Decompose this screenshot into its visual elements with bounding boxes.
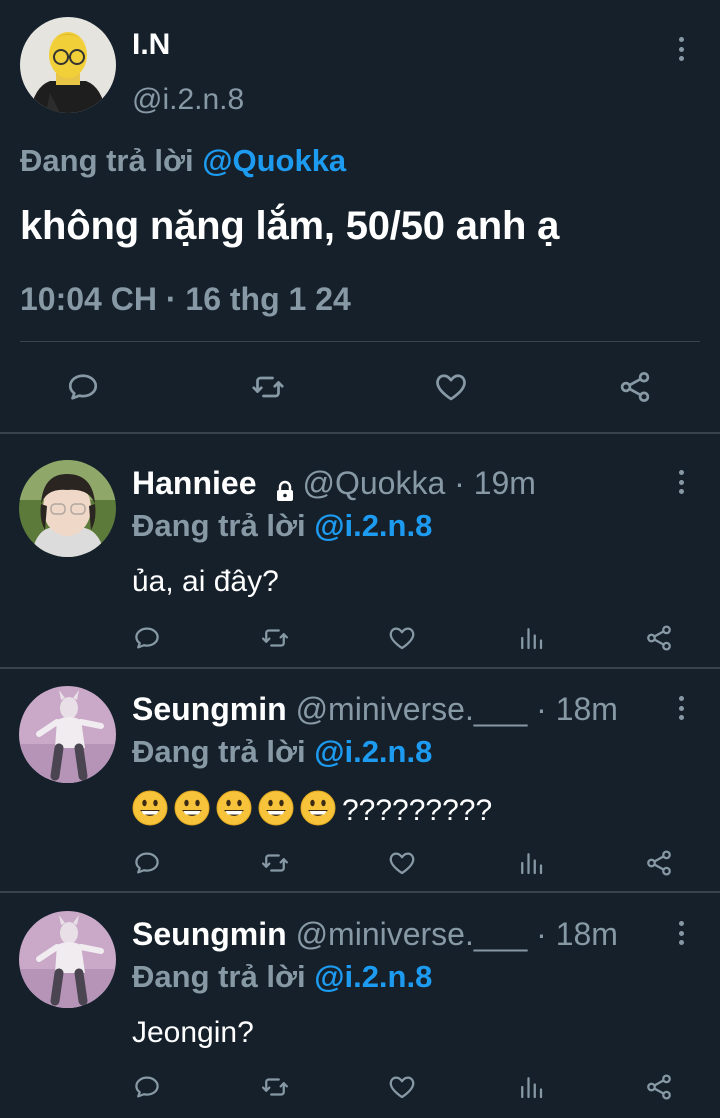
like-icon[interactable] <box>431 367 471 407</box>
replying-to: Đang trả lời @Quokka <box>20 143 346 179</box>
author-handle[interactable]: @i.2.n.8 <box>132 83 244 117</box>
reply-time[interactable]: · 19m <box>454 465 536 501</box>
analytics-icon[interactable] <box>511 618 551 658</box>
reply-tweet[interactable]: Seungmin @miniverse.___ · 18m Đang trả l… <box>0 885 720 1118</box>
grinning-face-emoji <box>300 790 336 826</box>
retweet-icon[interactable] <box>248 367 288 407</box>
divider <box>20 341 700 342</box>
lock-icon <box>274 472 296 501</box>
reply-text: ủa, ai đây? <box>132 565 279 598</box>
more-options-icon[interactable] <box>677 921 685 945</box>
tweet-timestamp[interactable]: 10:04 CH · 16 thg 1 24 <box>20 280 351 318</box>
author-name[interactable]: Hanniee <box>132 465 256 501</box>
reply-header: Seungmin @miniverse.___ · 18m <box>132 690 618 728</box>
more-options-icon[interactable] <box>677 696 685 720</box>
share-icon[interactable] <box>639 618 679 658</box>
replying-prefix: Đang trả lời <box>132 959 315 994</box>
reply-tweet[interactable]: Seungmin @miniverse.___ · 18m Đang trả l… <box>0 660 720 891</box>
replying-to-link[interactable]: @i.2.n.8 <box>314 959 432 994</box>
author-handle[interactable]: @miniverse.___ <box>296 916 528 952</box>
share-icon[interactable] <box>615 367 655 407</box>
author-handle[interactable]: @Quokka <box>302 465 445 501</box>
like-icon[interactable] <box>382 1067 422 1107</box>
author-name[interactable]: Seungmin <box>132 916 287 952</box>
author-name[interactable]: I.N <box>132 28 170 62</box>
replying-prefix: Đang trả lời <box>132 734 315 769</box>
reply-tweet[interactable]: Hanniee @Quokka · 19m Đang trả lời @i.2.n… <box>0 434 720 667</box>
replying-prefix: Đang trả lời <box>20 143 203 178</box>
avatar[interactable] <box>20 17 116 113</box>
reply-time[interactable]: · 18m <box>536 916 618 952</box>
replying-to: Đang trả lời @i.2.n.8 <box>132 958 432 996</box>
author-name[interactable]: Seungmin <box>132 691 287 727</box>
analytics-icon[interactable] <box>511 1067 551 1107</box>
reply-text: Jeongin? <box>132 1016 254 1049</box>
replying-to: Đang trả lời @i.2.n.8 <box>132 507 432 545</box>
more-options-icon[interactable] <box>677 37 685 61</box>
replying-prefix: Đang trả lời <box>132 508 315 543</box>
reply-time[interactable]: · 18m <box>536 691 618 727</box>
grinning-face-emoji <box>132 790 168 826</box>
grinning-face-emoji <box>174 790 210 826</box>
share-icon[interactable] <box>639 843 679 883</box>
tweet-text: không nặng lắm, 50/50 anh ạ <box>20 204 560 248</box>
author-handle[interactable]: @miniverse.___ <box>296 691 528 727</box>
analytics-icon[interactable] <box>511 843 551 883</box>
share-icon[interactable] <box>639 1067 679 1107</box>
reply-icon[interactable] <box>127 843 167 883</box>
reply-icon[interactable] <box>63 367 103 407</box>
grinning-face-emoji <box>216 790 252 826</box>
like-icon[interactable] <box>382 843 422 883</box>
retweet-icon[interactable] <box>255 618 295 658</box>
retweet-icon[interactable] <box>255 843 295 883</box>
avatar[interactable] <box>19 911 116 1008</box>
like-icon[interactable] <box>382 618 422 658</box>
grinning-face-emoji <box>258 790 294 826</box>
replying-to-link[interactable]: @i.2.n.8 <box>314 508 432 543</box>
reply-text-suffix: ????????? <box>342 794 493 827</box>
reply-text: ????????? <box>132 790 492 829</box>
replying-to: Đang trả lời @i.2.n.8 <box>132 733 432 771</box>
reply-header: Seungmin @miniverse.___ · 18m <box>132 915 618 953</box>
avatar[interactable] <box>19 460 116 557</box>
reply-icon[interactable] <box>127 618 167 658</box>
reply-icon[interactable] <box>127 1067 167 1107</box>
avatar[interactable] <box>19 686 116 783</box>
replying-to-link[interactable]: @i.2.n.8 <box>314 734 432 769</box>
more-options-icon[interactable] <box>677 470 685 494</box>
retweet-icon[interactable] <box>255 1067 295 1107</box>
emoji-row <box>132 790 342 827</box>
replying-to-link[interactable]: @Quokka <box>202 143 346 178</box>
reply-header: Hanniee @Quokka · 19m <box>132 464 536 502</box>
